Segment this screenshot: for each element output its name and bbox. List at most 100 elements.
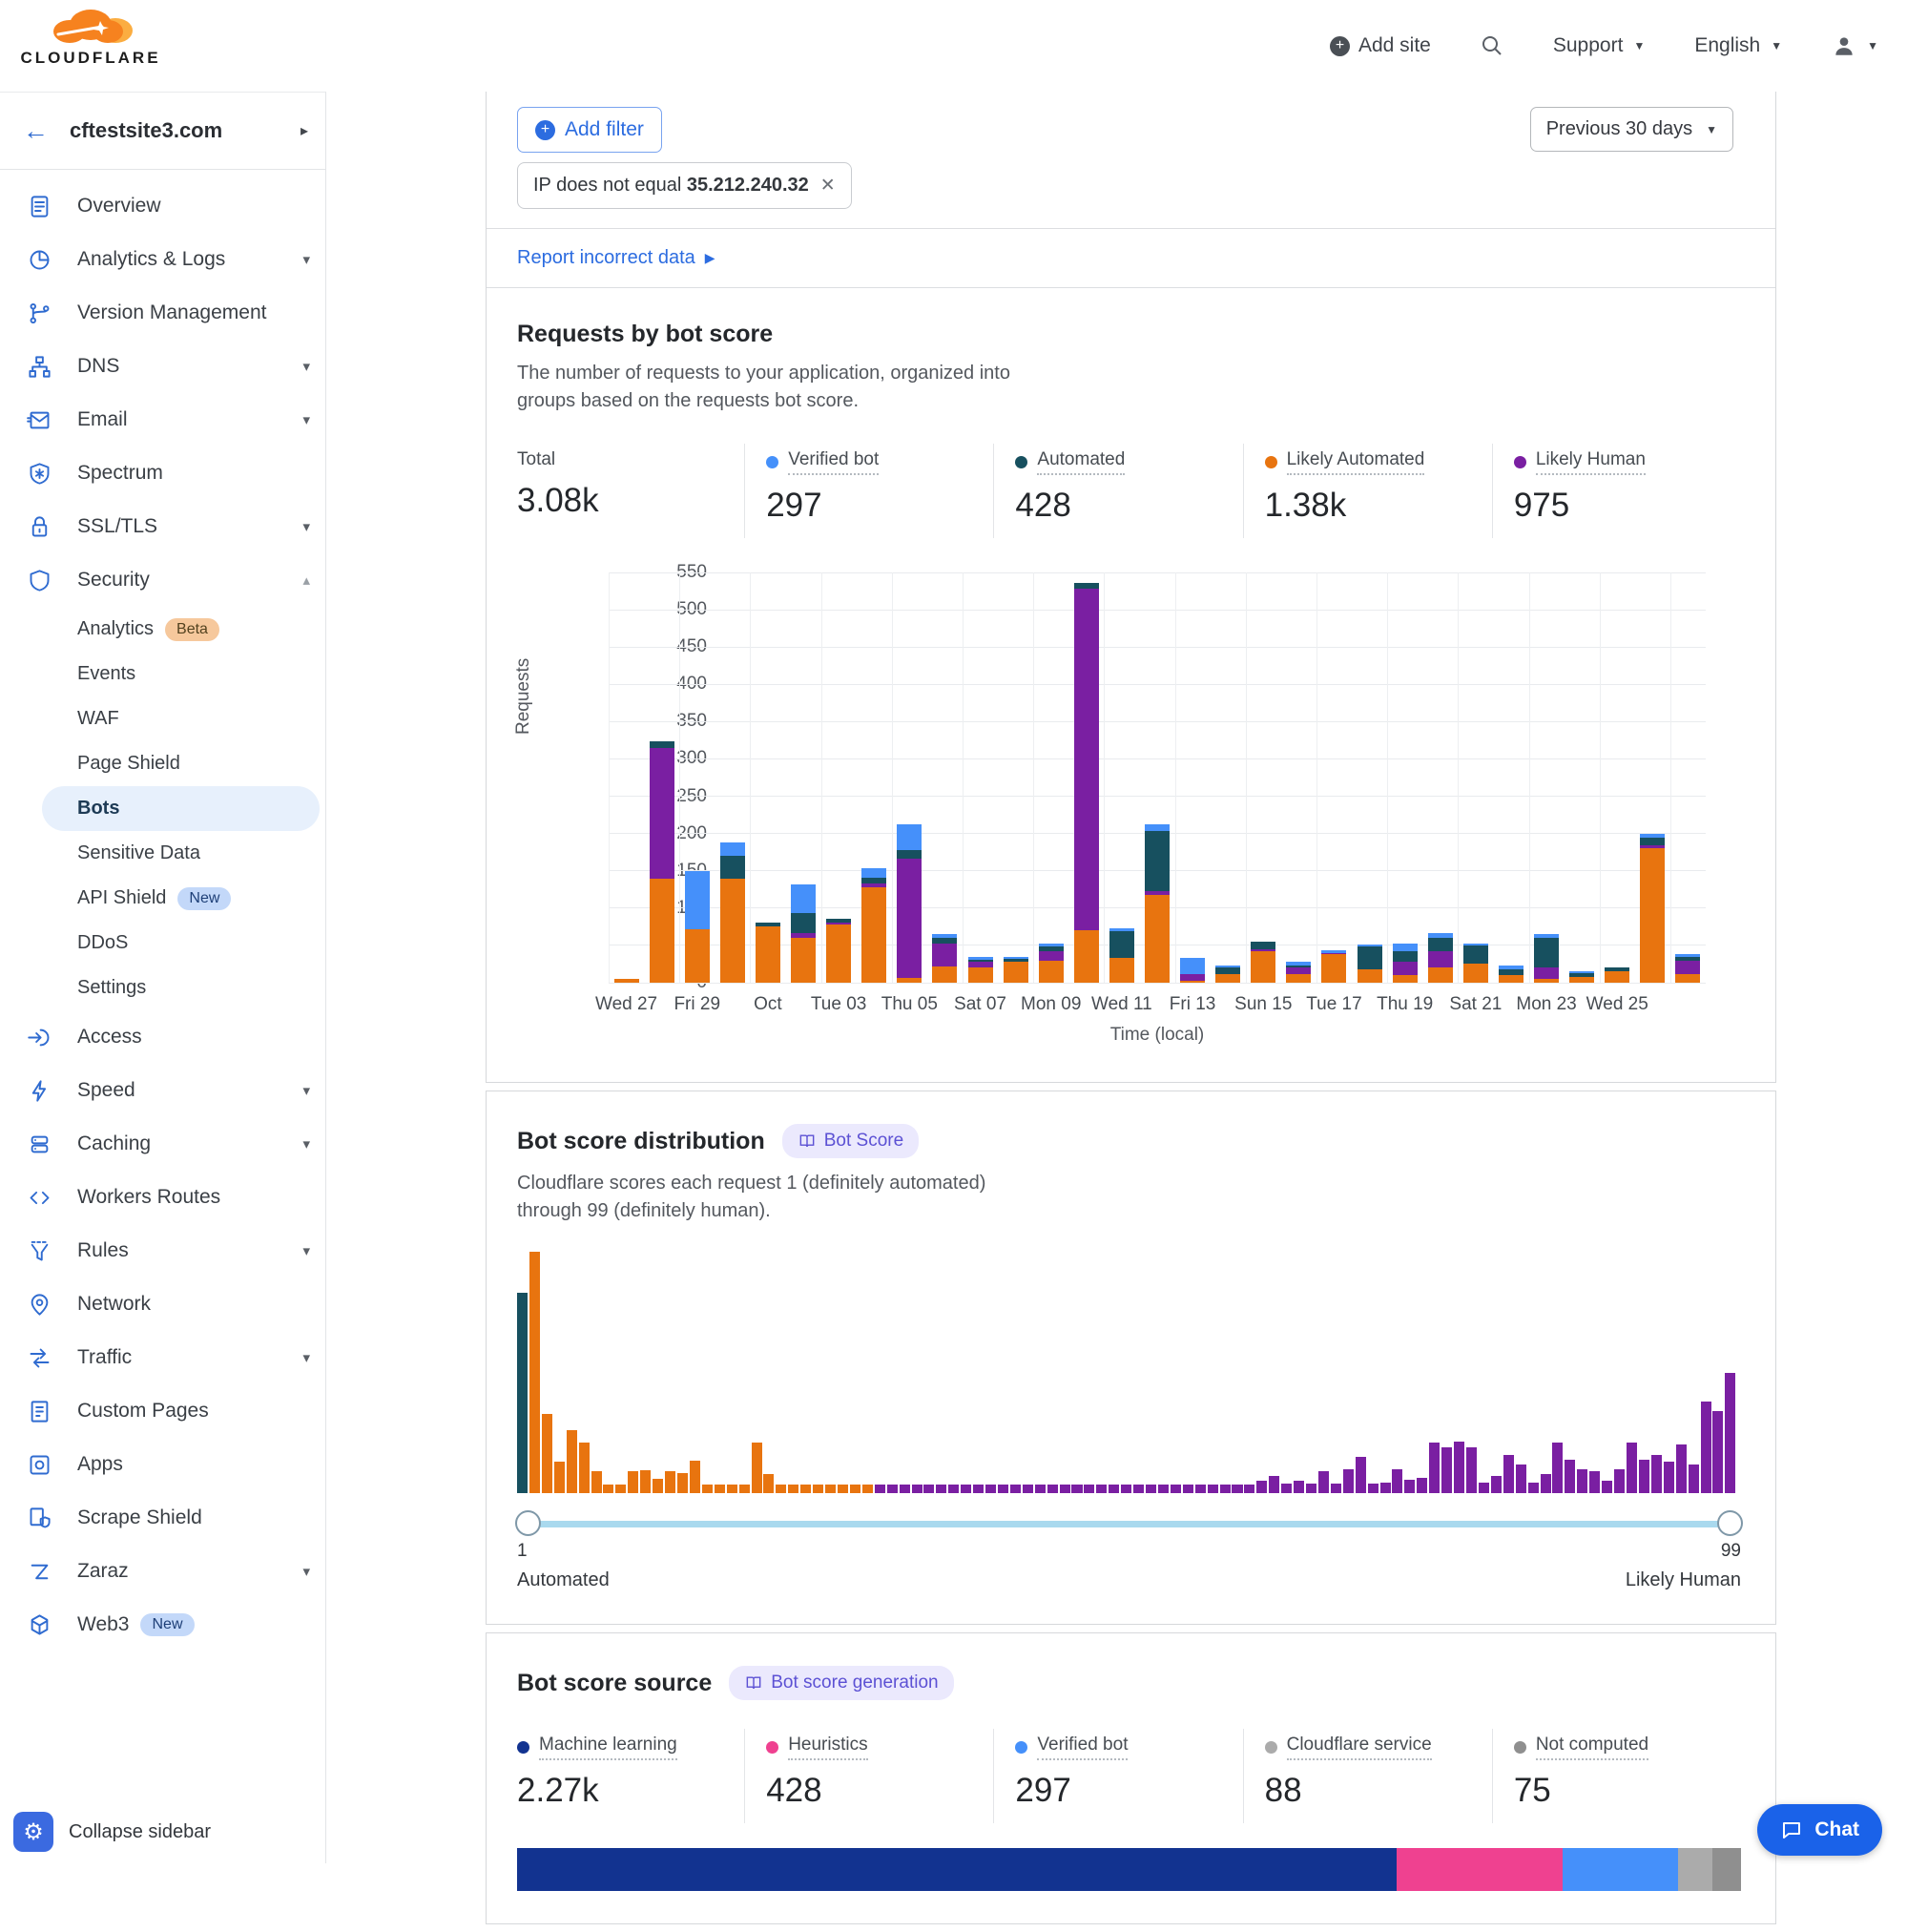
- sidebar-item-events[interactable]: Events: [0, 652, 325, 696]
- histogram-bar-score-64[interactable]: [1294, 1481, 1304, 1493]
- histogram-bar-score-35[interactable]: [936, 1485, 946, 1493]
- histogram-bar-score-12[interactable]: [653, 1479, 663, 1493]
- histogram-bar-score-25[interactable]: [813, 1485, 823, 1493]
- sidebar-item-rules[interactable]: Rules▾: [0, 1224, 325, 1278]
- histogram-bar-score-82[interactable]: [1516, 1465, 1526, 1493]
- histogram-bar-score-11[interactable]: [640, 1470, 651, 1493]
- bar-day-9[interactable]: [932, 934, 957, 983]
- support-menu[interactable]: Support ▼: [1553, 34, 1645, 57]
- histogram-bar-score-9[interactable]: [615, 1485, 626, 1493]
- histogram-bar-score-54[interactable]: [1171, 1485, 1181, 1493]
- histogram-bar-score-37[interactable]: [961, 1485, 971, 1493]
- histogram-bar-score-62[interactable]: [1269, 1476, 1279, 1493]
- histogram-bar-score-16[interactable]: [702, 1485, 713, 1493]
- bar-day-10[interactable]: [968, 957, 993, 983]
- histogram-bar-score-21[interactable]: [763, 1474, 774, 1493]
- histogram-bar-score-32[interactable]: [900, 1485, 910, 1493]
- histogram-bar-score-91[interactable]: [1627, 1443, 1637, 1493]
- histogram-bar-score-8[interactable]: [603, 1485, 613, 1493]
- bar-day-8[interactable]: [897, 824, 922, 984]
- bar-day-23[interactable]: [1428, 933, 1453, 983]
- histogram-bar-score-75[interactable]: [1429, 1443, 1440, 1493]
- bar-day-14[interactable]: [1109, 928, 1134, 983]
- histogram-bar-score-77[interactable]: [1454, 1442, 1464, 1493]
- cloudflare-logo[interactable]: CLOUDFLARE: [19, 6, 162, 68]
- back-arrow-icon[interactable]: ←: [23, 116, 49, 146]
- sidebar-item-access[interactable]: Access: [0, 1010, 325, 1064]
- sidebar-item-apps[interactable]: Apps: [0, 1438, 325, 1491]
- filter-chip[interactable]: IP does not equal 35.212.240.32 ✕: [517, 162, 852, 209]
- histogram-bar-score-41[interactable]: [1010, 1485, 1021, 1493]
- sidebar-item-speed[interactable]: Speed▾: [0, 1064, 325, 1117]
- sidebar-item-workers-routes[interactable]: Workers Routes: [0, 1171, 325, 1224]
- sidebar-item-overview[interactable]: Overview: [0, 179, 325, 233]
- histogram-bar-score-58[interactable]: [1220, 1485, 1231, 1493]
- histogram-bar-score-18[interactable]: [727, 1485, 737, 1493]
- histogram-bar-score-53[interactable]: [1158, 1485, 1169, 1493]
- bar-day-7[interactable]: [861, 868, 886, 983]
- bar-day-30[interactable]: [1675, 954, 1700, 983]
- bar-day-13[interactable]: [1074, 583, 1099, 983]
- histogram-bar-score-97[interactable]: [1701, 1402, 1711, 1493]
- bar-day-11[interactable]: [1004, 957, 1028, 983]
- bar-day-19[interactable]: [1286, 962, 1311, 983]
- histogram-bar-score-80[interactable]: [1491, 1476, 1502, 1493]
- histogram-bar-score-55[interactable]: [1183, 1485, 1193, 1493]
- histogram-bar-score-39[interactable]: [985, 1485, 996, 1493]
- sidebar-item-custom-pages[interactable]: Custom Pages: [0, 1384, 325, 1438]
- bar-day-3[interactable]: [720, 842, 745, 983]
- histogram-bar-score-72[interactable]: [1392, 1469, 1402, 1493]
- histogram-bar-score-98[interactable]: [1712, 1411, 1723, 1493]
- histogram-bar-score-17[interactable]: [715, 1485, 725, 1493]
- histogram-bar-score-56[interactable]: [1195, 1485, 1206, 1493]
- histogram-bar-score-27[interactable]: [838, 1485, 848, 1493]
- histogram-bar-score-78[interactable]: [1466, 1447, 1477, 1493]
- histogram-bar-score-84[interactable]: [1541, 1474, 1551, 1493]
- histogram-bar-score-73[interactable]: [1404, 1480, 1415, 1493]
- bar-day-6[interactable]: [826, 919, 851, 983]
- histogram-bar-score-6[interactable]: [579, 1443, 590, 1493]
- sidebar-item-analytics-logs[interactable]: Analytics & Logs▾: [0, 233, 325, 286]
- bar-day-16[interactable]: [1180, 958, 1205, 983]
- histogram-bar-score-46[interactable]: [1071, 1485, 1082, 1493]
- chat-button[interactable]: Chat: [1757, 1804, 1882, 1856]
- histogram-bar-score-26[interactable]: [825, 1485, 836, 1493]
- bar-day-27[interactable]: [1569, 971, 1594, 983]
- histogram-bar-score-48[interactable]: [1096, 1485, 1107, 1493]
- sidebar-item-ssl-tls[interactable]: SSL/TLS▾: [0, 500, 325, 553]
- histogram-bar-score-28[interactable]: [850, 1485, 860, 1493]
- histogram-bar-score-22[interactable]: [776, 1485, 786, 1493]
- histogram-bar-score-89[interactable]: [1602, 1481, 1612, 1493]
- histogram-bar-score-7[interactable]: [591, 1471, 602, 1493]
- histogram-bar-score-38[interactable]: [973, 1485, 984, 1493]
- sidebar-item-analytics[interactable]: AnalyticsBeta: [0, 607, 325, 652]
- report-incorrect-data-link[interactable]: Report incorrect data ▶: [517, 247, 715, 269]
- histogram-bar-score-63[interactable]: [1281, 1484, 1292, 1493]
- histogram-bar-score-60[interactable]: [1244, 1485, 1254, 1493]
- histogram-bar-score-5[interactable]: [567, 1430, 577, 1493]
- histogram-bar-score-69[interactable]: [1356, 1457, 1366, 1493]
- language-menu[interactable]: English ▼: [1694, 34, 1782, 57]
- histogram-bar-score-15[interactable]: [690, 1461, 700, 1493]
- sidebar-item-caching[interactable]: Caching▾: [0, 1117, 325, 1171]
- histogram-bar-score-44[interactable]: [1047, 1485, 1058, 1493]
- histogram-bar-score-95[interactable]: [1676, 1444, 1687, 1493]
- bar-day-2[interactable]: [685, 871, 710, 983]
- bot-score-generation-badge[interactable]: Bot score generation: [729, 1666, 953, 1700]
- chevron-right-icon[interactable]: ▸: [301, 121, 308, 140]
- histogram-bar-score-23[interactable]: [788, 1485, 798, 1493]
- histogram-bar-score-83[interactable]: [1528, 1483, 1539, 1493]
- add-filter-button[interactable]: + Add filter: [517, 107, 662, 153]
- histogram-bar-score-74[interactable]: [1417, 1478, 1427, 1493]
- histogram-bar-score-88[interactable]: [1589, 1471, 1600, 1493]
- histogram-bar-score-40[interactable]: [998, 1485, 1008, 1493]
- histogram-bar-score-13[interactable]: [665, 1471, 675, 1493]
- histogram-bar-score-10[interactable]: [628, 1471, 638, 1493]
- sidebar-item-bots[interactable]: Bots: [42, 786, 320, 831]
- histogram-bar-score-65[interactable]: [1306, 1484, 1316, 1493]
- histogram-bar-score-85[interactable]: [1552, 1443, 1563, 1493]
- requests-plot-area[interactable]: [609, 572, 1706, 983]
- histogram-bar-score-43[interactable]: [1035, 1485, 1046, 1493]
- histogram-bar-score-47[interactable]: [1084, 1485, 1094, 1493]
- histogram-bar-score-68[interactable]: [1343, 1469, 1354, 1493]
